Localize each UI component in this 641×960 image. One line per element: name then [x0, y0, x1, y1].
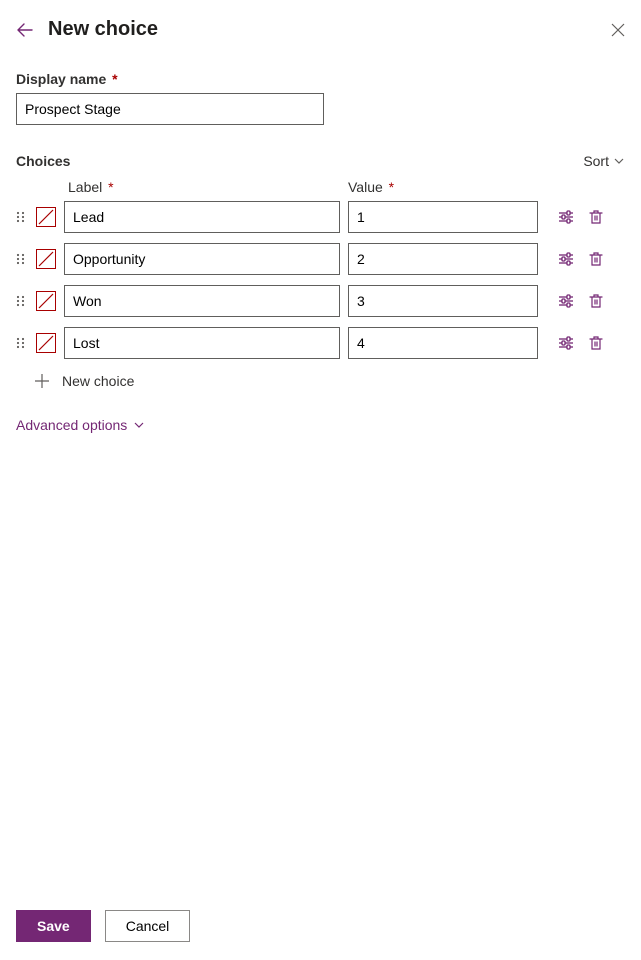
- delete-button[interactable]: [588, 251, 604, 267]
- sliders-icon: [558, 209, 574, 225]
- advanced-options-link[interactable]: Advanced options: [16, 417, 625, 433]
- close-icon: [611, 23, 625, 37]
- settings-button[interactable]: [558, 293, 574, 309]
- chevron-down-icon: [133, 419, 145, 431]
- display-name-input[interactable]: [16, 93, 324, 125]
- panel-header: New choice: [16, 18, 625, 41]
- no-color-icon: [37, 334, 55, 352]
- new-choice-button[interactable]: New choice: [34, 373, 625, 389]
- sort-label: Sort: [583, 153, 609, 169]
- cancel-button[interactable]: Cancel: [105, 910, 191, 942]
- no-color-icon: [37, 292, 55, 310]
- plus-icon: [34, 373, 50, 389]
- delete-button[interactable]: [588, 293, 604, 309]
- label-column-header: Label *: [68, 179, 348, 195]
- choices-section-header: Choices Sort: [16, 153, 625, 169]
- trash-icon: [588, 293, 604, 309]
- choice-label-input[interactable]: [64, 201, 340, 233]
- choice-row: [16, 327, 625, 359]
- choice-rows-container: [16, 201, 625, 359]
- drag-handle[interactable]: [16, 294, 28, 308]
- settings-button[interactable]: [558, 251, 574, 267]
- close-button[interactable]: [611, 23, 625, 37]
- back-button[interactable]: [16, 21, 34, 39]
- sliders-icon: [558, 251, 574, 267]
- choice-columns-header: Label * Value *: [68, 179, 625, 195]
- delete-button[interactable]: [588, 209, 604, 225]
- required-asterisk: *: [104, 179, 113, 195]
- display-name-field: Display name *: [16, 71, 625, 125]
- new-choice-label: New choice: [62, 373, 134, 389]
- choice-value-input[interactable]: [348, 201, 538, 233]
- drag-handle[interactable]: [16, 210, 28, 224]
- drag-handle[interactable]: [16, 336, 28, 350]
- choice-value-input[interactable]: [348, 327, 538, 359]
- trash-icon: [588, 335, 604, 351]
- delete-button[interactable]: [588, 335, 604, 351]
- choice-value-input[interactable]: [348, 243, 538, 275]
- value-column-header: Value *: [348, 179, 538, 195]
- no-color-icon: [37, 250, 55, 268]
- panel-footer: Save Cancel: [16, 910, 190, 942]
- row-actions: [558, 209, 604, 225]
- drag-handle[interactable]: [16, 252, 28, 266]
- chevron-down-icon: [613, 155, 625, 167]
- save-button[interactable]: Save: [16, 910, 91, 942]
- choices-title: Choices: [16, 153, 70, 169]
- trash-icon: [588, 209, 604, 225]
- grip-icon: [16, 210, 26, 224]
- display-name-label: Display name *: [16, 71, 625, 87]
- advanced-options-label: Advanced options: [16, 417, 127, 433]
- panel-title: New choice: [48, 18, 158, 41]
- settings-button[interactable]: [558, 335, 574, 351]
- color-swatch[interactable]: [36, 333, 56, 353]
- color-swatch[interactable]: [36, 291, 56, 311]
- row-actions: [558, 335, 604, 351]
- color-swatch[interactable]: [36, 207, 56, 227]
- required-asterisk: *: [385, 179, 394, 195]
- choice-label-input[interactable]: [64, 243, 340, 275]
- choice-row: [16, 243, 625, 275]
- arrow-left-icon: [16, 21, 34, 39]
- grip-icon: [16, 252, 26, 266]
- trash-icon: [588, 251, 604, 267]
- choice-row: [16, 201, 625, 233]
- row-actions: [558, 251, 604, 267]
- grip-icon: [16, 336, 26, 350]
- sliders-icon: [558, 335, 574, 351]
- choice-label-input[interactable]: [64, 327, 340, 359]
- header-left: New choice: [16, 18, 158, 41]
- row-actions: [558, 293, 604, 309]
- display-name-label-text: Display name: [16, 71, 106, 87]
- required-asterisk: *: [108, 71, 117, 87]
- color-swatch[interactable]: [36, 249, 56, 269]
- grip-icon: [16, 294, 26, 308]
- no-color-icon: [37, 208, 55, 226]
- sliders-icon: [558, 293, 574, 309]
- choice-row: [16, 285, 625, 317]
- choice-label-input[interactable]: [64, 285, 340, 317]
- settings-button[interactable]: [558, 209, 574, 225]
- sort-button[interactable]: Sort: [583, 153, 625, 169]
- choice-value-input[interactable]: [348, 285, 538, 317]
